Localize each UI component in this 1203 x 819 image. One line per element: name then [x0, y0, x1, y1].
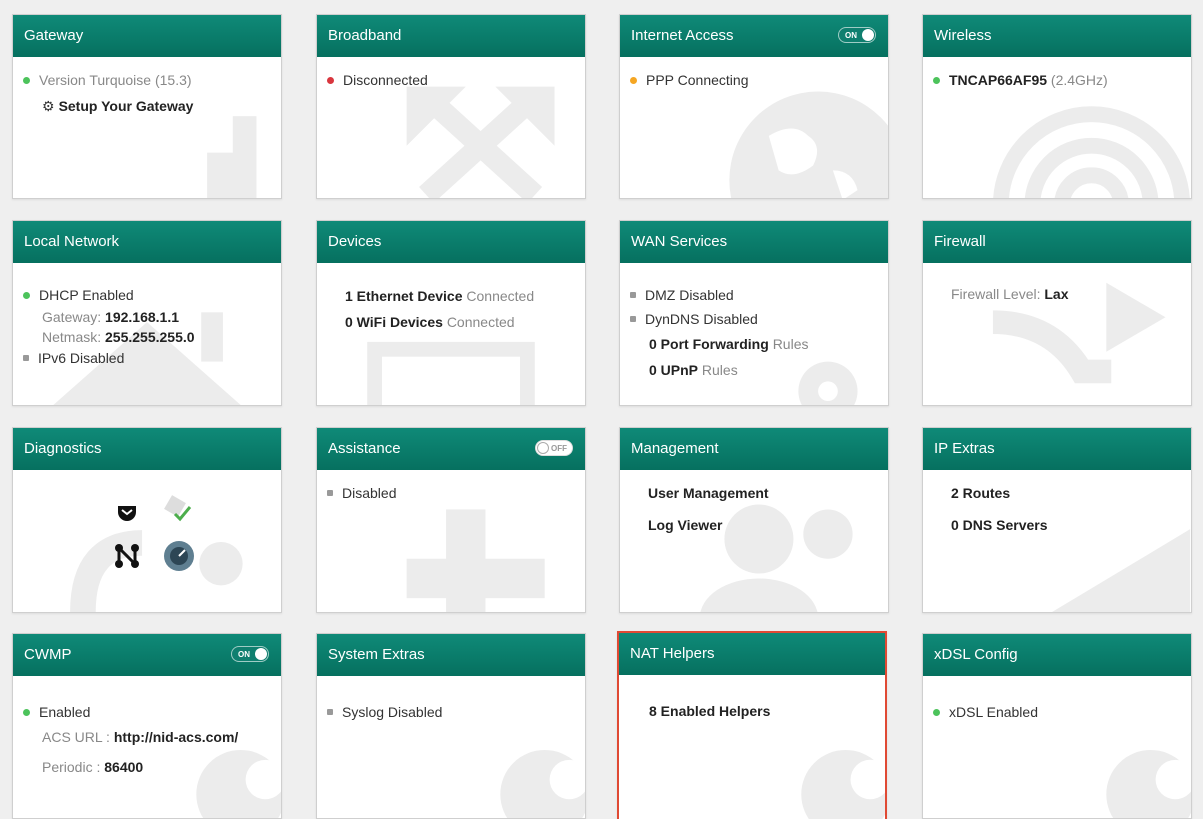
- ipv6-status: IPv6 Disabled: [38, 350, 125, 366]
- wrench-icon: [801, 749, 885, 819]
- status-dot-green: [933, 77, 940, 84]
- wireless-card[interactable]: Wireless TNCAP66AF95 (2.4GHz): [922, 14, 1192, 199]
- card-title: Internet Access: [631, 27, 734, 44]
- internet-status: PPP Connecting: [646, 72, 749, 88]
- diagnostics-card[interactable]: Diagnostics: [12, 427, 282, 613]
- ping-icon[interactable]: [113, 498, 141, 526]
- card-title: WAN Services: [631, 233, 728, 250]
- dmz-status: DMZ Disabled: [645, 287, 734, 303]
- acs-url: http://nid-acs.com/: [113, 729, 239, 745]
- status-dot-green: [23, 77, 30, 84]
- syslog-status: Syslog Disabled: [342, 704, 443, 720]
- local-network-card[interactable]: Local Network DHCP Enabled Gateway: 192.…: [12, 220, 282, 406]
- internet-access-card[interactable]: Internet Access ON PPP Connecting: [619, 14, 889, 199]
- system-extras-card[interactable]: System Extras Syslog Disabled: [316, 633, 586, 819]
- assistance-toggle[interactable]: OFF: [535, 440, 573, 456]
- netmask: 255.255.255.0: [105, 329, 195, 345]
- internet-toggle[interactable]: ON: [838, 27, 876, 43]
- assistance-status: Disabled: [342, 485, 397, 501]
- status-dot-red: [327, 77, 334, 84]
- upnp-count: 0 UPnP: [649, 362, 699, 378]
- gateway-card[interactable]: Gateway Version Turquoise (15.3) ⚙ Setup …: [12, 14, 282, 199]
- traceroute-icon[interactable]: [113, 542, 141, 570]
- status-dot-gray: [630, 292, 636, 298]
- setup-gateway-link[interactable]: ⚙ Setup Your Gateway: [23, 93, 271, 119]
- broadband-status: Disconnected: [343, 72, 428, 88]
- card-title: IP Extras: [934, 440, 995, 457]
- card-title: Gateway: [24, 27, 84, 44]
- status-dot-gray: [327, 490, 333, 496]
- wireless-ssid: TNCAP66AF95: [949, 72, 1048, 88]
- firewall-level: Lax: [1044, 286, 1069, 302]
- status-dot-gray: [23, 355, 29, 361]
- card-title: Assistance: [328, 440, 401, 457]
- toggle-knob: [862, 29, 874, 41]
- card-title: Wireless: [934, 27, 992, 44]
- card-title: Broadband: [328, 27, 402, 44]
- status-dot-orange: [630, 77, 637, 84]
- dhcp-status: DHCP Enabled: [39, 287, 134, 303]
- routes-count: 2 Routes: [951, 485, 1011, 501]
- card-title: Devices: [328, 233, 382, 250]
- card-title: NAT Helpers: [630, 645, 715, 662]
- status-dot-green: [23, 709, 30, 716]
- wan-services-card[interactable]: WAN Services DMZ Disabled DynDNS Disable…: [619, 220, 889, 406]
- user-management-link[interactable]: User Management: [648, 480, 878, 512]
- network-check-icon[interactable]: [161, 492, 195, 526]
- cwmp-status: Enabled: [39, 704, 91, 720]
- gateway-ip: 192.168.1.1: [105, 309, 179, 325]
- cwmp-card[interactable]: CWMP ON Enabled ACS URL : http://nid-acs…: [12, 633, 282, 819]
- management-card[interactable]: Management User Management Log Viewer: [619, 427, 889, 613]
- ip-extras-card[interactable]: IP Extras 2 Routes 0 DNS Servers: [922, 427, 1192, 613]
- toggle-knob: [537, 442, 549, 454]
- card-title: xDSL Config: [934, 646, 1018, 663]
- card-header: Gateway: [13, 15, 281, 57]
- dns-count: 0 DNS Servers: [951, 517, 1048, 533]
- firewall-card[interactable]: Firewall Firewall Level: Lax: [922, 220, 1192, 406]
- speedtest-icon[interactable]: [163, 540, 195, 572]
- card-title: Firewall: [934, 233, 986, 250]
- wrench-icon: [1106, 749, 1191, 818]
- nat-helpers-card[interactable]: NAT Helpers 8 Enabled Helpers: [617, 631, 887, 819]
- port-forwarding-count: 0 Port Forwarding: [649, 336, 769, 352]
- gateway-version: Version Turquoise (15.3): [39, 72, 192, 88]
- log-viewer-link[interactable]: Log Viewer: [648, 512, 878, 538]
- dyndns-status: DynDNS Disabled: [645, 311, 758, 327]
- wifi-count: 0 WiFi Devices: [345, 314, 443, 330]
- ethernet-count: 1 Ethernet Device: [345, 288, 463, 304]
- devices-card[interactable]: Devices 1 Ethernet Device Connected 0 Wi…: [316, 220, 586, 406]
- assistance-card[interactable]: Assistance OFF Disabled: [316, 427, 586, 613]
- status-dot-green: [933, 709, 940, 716]
- wireless-band: (2.4GHz): [1050, 72, 1108, 88]
- status-dot-gray: [327, 709, 333, 715]
- periodic-value: 86400: [104, 759, 144, 775]
- gear-icon: ⚙: [42, 98, 55, 114]
- toggle-knob: [255, 648, 267, 660]
- card-title: Local Network: [24, 233, 120, 250]
- nat-helpers-count: 8 Enabled Helpers: [649, 703, 771, 719]
- status-dot-gray: [630, 316, 636, 322]
- xdsl-config-card[interactable]: xDSL Config xDSL Enabled: [922, 633, 1192, 819]
- status-dot-green: [23, 292, 30, 299]
- broadband-card[interactable]: Broadband Disconnected: [316, 14, 586, 199]
- wrench-icon: [500, 749, 585, 818]
- card-title: Diagnostics: [24, 440, 102, 457]
- cwmp-toggle[interactable]: ON: [231, 646, 269, 662]
- card-title: Management: [631, 440, 719, 457]
- card-title: System Extras: [328, 646, 425, 663]
- xdsl-status: xDSL Enabled: [949, 704, 1038, 720]
- card-title: CWMP: [24, 646, 72, 663]
